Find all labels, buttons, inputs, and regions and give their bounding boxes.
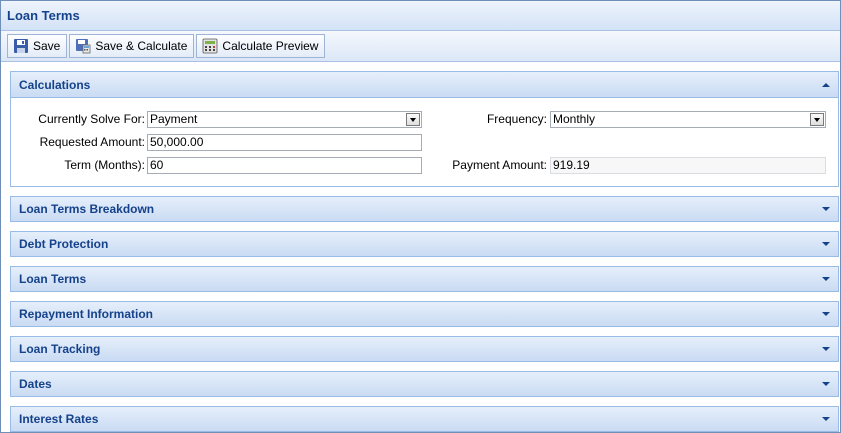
expand-arrow-icon[interactable] (822, 242, 830, 246)
save-and-calculate-label: Save & Calculate (95, 39, 188, 53)
expand-arrow-icon[interactable] (822, 277, 830, 281)
floppy-disk-icon (13, 38, 29, 54)
expand-arrow-icon[interactable] (822, 207, 830, 211)
section-title: Interest Rates (19, 412, 99, 426)
save-button[interactable]: Save (7, 34, 68, 58)
collapse-arrow-icon[interactable] (822, 82, 830, 87)
expand-arrow-icon[interactable] (822, 347, 830, 351)
section-title: Repayment Information (19, 307, 154, 321)
payment-amount-value: 919.19 (553, 158, 590, 172)
save-button-label: Save (33, 39, 61, 53)
section-title: Loan Terms (19, 272, 87, 286)
expand-arrow-icon[interactable] (822, 382, 830, 386)
calculations-panel-title: Calculations (19, 77, 91, 92)
solve-for-value: Payment (150, 112, 198, 126)
window-titlebar: Loan Terms (1, 1, 840, 31)
dropdown-arrow-icon[interactable] (406, 113, 420, 126)
payment-amount-label: Payment Amount: (452, 158, 547, 172)
requested-amount-label: Requested Amount: (39, 135, 145, 149)
save-calculate-icon (75, 38, 91, 54)
calculations-panel-header[interactable]: Calculations (11, 72, 838, 98)
frequency-value: Monthly (553, 112, 596, 126)
expand-arrow-icon[interactable] (822, 312, 830, 316)
section-loan-terms-breakdown[interactable]: Loan Terms Breakdown (10, 196, 839, 222)
term-months-value: 60 (150, 158, 164, 172)
save-and-calculate-button[interactable]: Save & Calculate (69, 34, 195, 58)
section-title: Loan Tracking (19, 342, 101, 356)
calculate-preview-label: Calculate Preview (222, 39, 319, 53)
section-loan-tracking[interactable]: Loan Tracking (10, 336, 839, 362)
solve-for-label: Currently Solve For: (38, 112, 145, 126)
window-title: Loan Terms (7, 8, 80, 23)
calculator-preview-icon (202, 38, 218, 54)
dropdown-arrow-icon[interactable] (810, 113, 824, 126)
term-months-input[interactable]: 60 (147, 157, 422, 174)
loan-terms-window: Loan Terms Save Save & Calculate Calcula… (0, 0, 841, 433)
section-title: Debt Protection (19, 237, 109, 251)
calculate-preview-button[interactable]: Calculate Preview (196, 34, 326, 58)
section-title: Loan Terms Breakdown (19, 202, 155, 216)
main-content: Calculations Currently Solve For: Paymen… (1, 62, 840, 432)
calculations-panel: Calculations Currently Solve For: Paymen… (10, 71, 839, 187)
section-debt-protection[interactable]: Debt Protection (10, 231, 839, 257)
payment-amount-field: 919.19 (550, 157, 826, 174)
toolbar: Save Save & Calculate Calculate Preview (1, 31, 840, 62)
term-months-label: Term (Months): (64, 158, 145, 172)
frequency-dropdown[interactable]: Monthly (550, 111, 826, 128)
section-repayment-information[interactable]: Repayment Information (10, 301, 839, 327)
frequency-label: Frequency: (486, 112, 547, 126)
section-interest-rates[interactable]: Interest Rates (10, 406, 839, 432)
requested-amount-value: 50,000.00 (150, 135, 204, 149)
requested-amount-input[interactable]: 50,000.00 (147, 134, 422, 151)
solve-for-dropdown[interactable]: Payment (147, 111, 422, 128)
expand-arrow-icon[interactable] (822, 417, 830, 421)
calculations-panel-body: Currently Solve For: Payment Requested A… (11, 98, 838, 186)
section-dates[interactable]: Dates (10, 371, 839, 397)
section-loan-terms[interactable]: Loan Terms (10, 266, 839, 292)
section-title: Dates (19, 377, 52, 391)
